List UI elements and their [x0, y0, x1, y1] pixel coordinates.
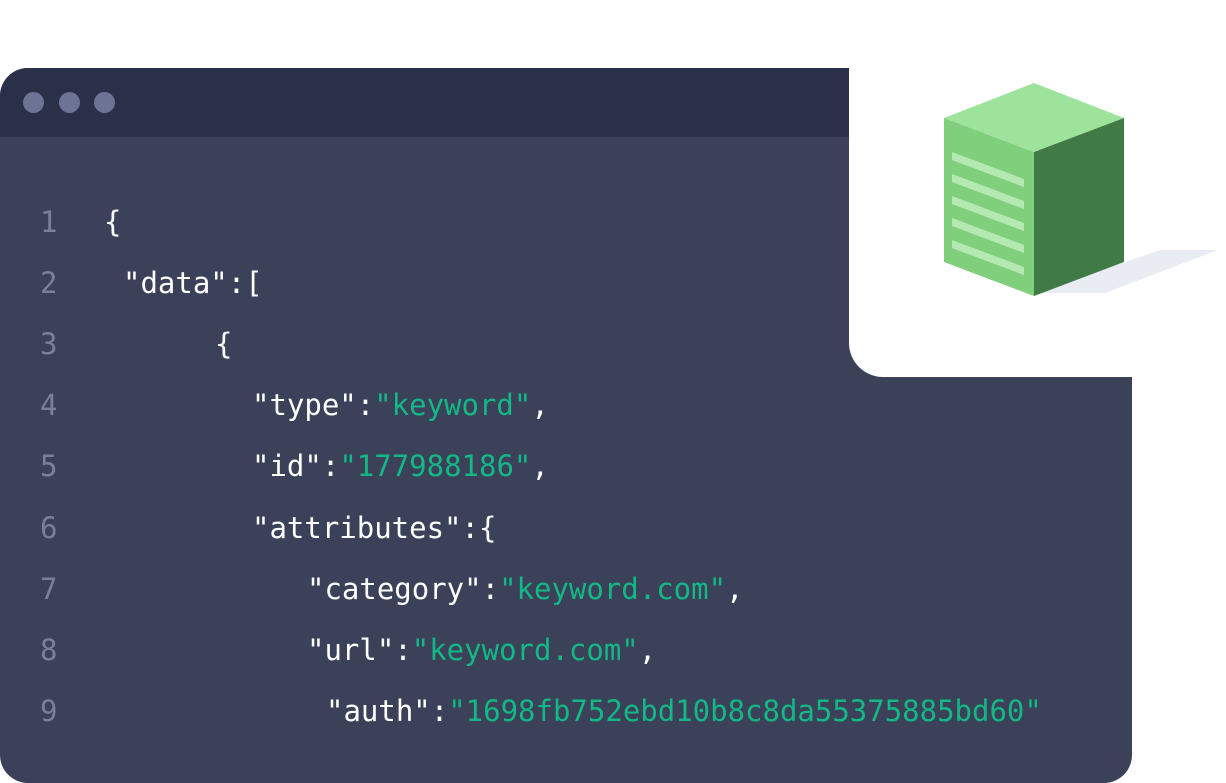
string-token: "keyword.com"	[499, 572, 727, 606]
code-line: 4 "type":"keyword",	[0, 385, 1132, 425]
syntax-token: "category":	[307, 572, 500, 606]
code-text[interactable]: {	[215, 324, 232, 364]
syntax-token: ,	[726, 572, 744, 606]
syntax-token: ,	[531, 388, 549, 422]
string-token: "keyword"	[374, 388, 532, 422]
code-text[interactable]: {	[104, 202, 121, 242]
line-number: 9	[40, 694, 58, 728]
window-dot-icon[interactable]	[59, 92, 80, 113]
window-dot-icon[interactable]	[23, 92, 44, 113]
syntax-token: "attributes":{	[252, 511, 497, 545]
syntax-token: ,	[531, 449, 549, 483]
code-text[interactable]: "auth":"1698fb752ebd10b8c8da55375885bd60…	[326, 691, 1042, 731]
code-text[interactable]: "attributes":{	[252, 508, 496, 548]
line-number: 5	[40, 449, 58, 483]
green-document-cube-icon	[940, 80, 1220, 300]
code-text[interactable]: "type":"keyword",	[252, 385, 549, 425]
line-number: 1	[40, 205, 58, 239]
syntax-token: ,	[638, 633, 657, 667]
syntax-token: "type":	[252, 388, 375, 422]
string-token: "keyword.com"	[411, 633, 639, 667]
syntax-token: "data":[	[123, 266, 263, 300]
code-text[interactable]: "data":[	[123, 263, 263, 303]
line-number: 2	[40, 266, 58, 300]
syntax-token: "id":	[252, 449, 340, 483]
line-number: 7	[40, 572, 58, 606]
code-line: 8 "url":"keyword.com",	[0, 630, 1132, 670]
syntax-token: "url":	[307, 633, 412, 667]
syntax-token: {	[104, 205, 122, 239]
window-dot-icon[interactable]	[94, 92, 115, 113]
code-line: 7 "category":"keyword.com",	[0, 569, 1132, 609]
line-number: 3	[40, 327, 58, 361]
line-number: 8	[40, 633, 58, 667]
string-token: "1698fb752ebd10b8c8da55375885bd60"	[448, 694, 1042, 728]
line-number: 4	[40, 388, 58, 422]
syntax-token: {	[215, 327, 233, 361]
code-line: 6 "attributes":{	[0, 508, 1132, 548]
code-text[interactable]: "url":"keyword.com",	[307, 630, 656, 670]
code-text[interactable]: "id":"177988186",	[252, 446, 549, 486]
line-number: 6	[40, 511, 58, 545]
string-token: "177988186"	[339, 449, 532, 483]
code-line: 9 "auth":"1698fb752ebd10b8c8da55375885bd6…	[0, 691, 1132, 731]
code-line: 5 "id":"177988186",	[0, 446, 1132, 486]
stage: 1 {2 "data":[ 3 {4 "type":"keyword", 5 "id":"17…	[0, 0, 1226, 783]
code-text[interactable]: "category":"keyword.com",	[307, 569, 744, 609]
syntax-token: "auth":	[326, 694, 449, 728]
